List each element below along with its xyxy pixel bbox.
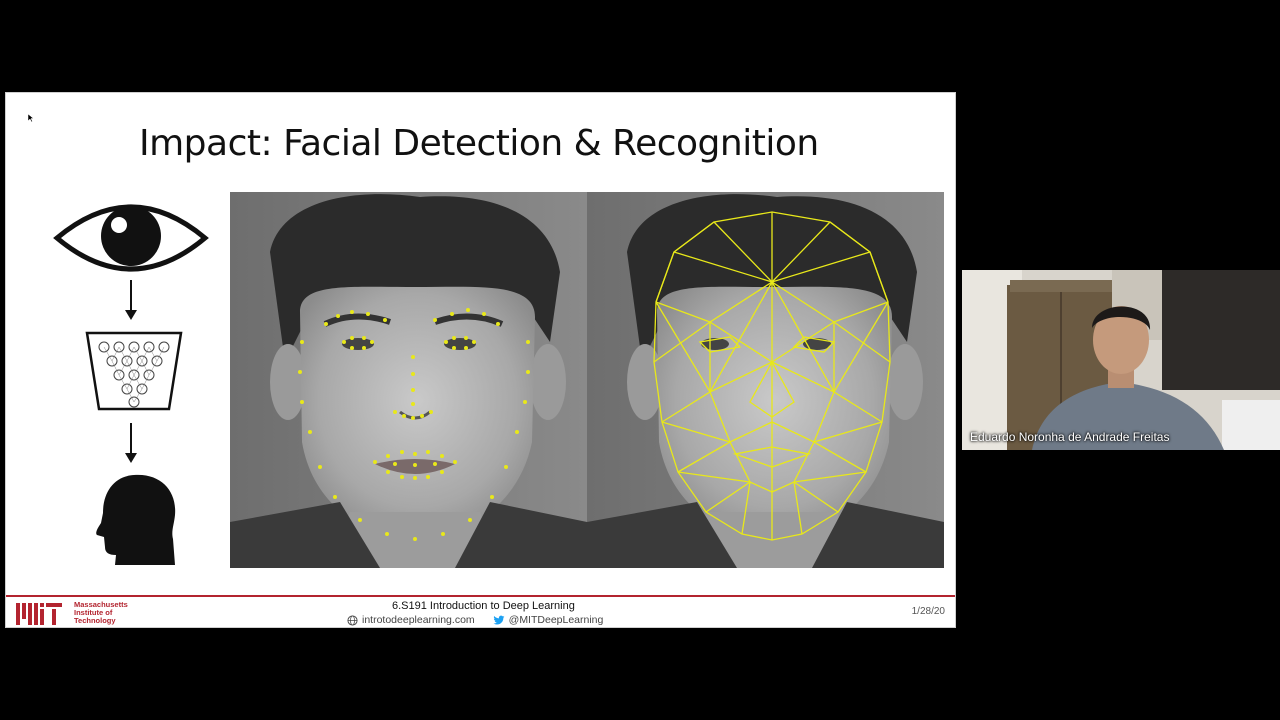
arrow-line	[130, 280, 132, 310]
institution-line: Technology	[74, 616, 116, 625]
twitter-icon	[493, 615, 505, 624]
neural-network-icon	[85, 331, 183, 411]
screen: Impact: Facial Detection & Recognition M…	[0, 0, 1280, 720]
globe-icon	[347, 614, 358, 626]
participant-name-label: Eduardo Noronha de Andrade Freitas	[970, 430, 1170, 444]
participant-video-tile[interactable]: Eduardo Noronha de Andrade Freitas	[962, 270, 1280, 450]
course-links: introtodeeplearning.com @MITDeepLearning	[347, 614, 603, 626]
course-title: 6.S191 Introduction to Deep Learning	[392, 600, 575, 612]
mouse-cursor-icon	[28, 114, 34, 122]
mit-logo	[16, 603, 62, 625]
eye-icon	[53, 204, 209, 272]
website-text: introtodeeplearning.com	[362, 614, 475, 626]
face-landmarks-image	[230, 192, 944, 568]
pipeline-diagram	[51, 198, 211, 568]
arrow-head	[125, 310, 137, 320]
head-silhouette-icon	[96, 474, 176, 565]
slide-title: Impact: Facial Detection & Recognition	[139, 123, 819, 164]
slide-date: 1/28/20	[911, 606, 945, 617]
arrow-line	[130, 423, 132, 453]
slide-footer: Massachusetts Institute of Technology 6.…	[6, 597, 955, 627]
twitter-handle: @MITDeepLearning	[508, 614, 604, 626]
mit-institution-name: Massachusetts Institute of Technology	[74, 601, 128, 625]
twitter-link[interactable]: @MITDeepLearning	[493, 614, 604, 626]
website-link[interactable]: introtodeeplearning.com	[347, 614, 475, 626]
shared-slide: Impact: Facial Detection & Recognition M…	[5, 92, 956, 628]
arrow-head	[125, 453, 137, 463]
participant-video-feed	[962, 270, 1280, 450]
